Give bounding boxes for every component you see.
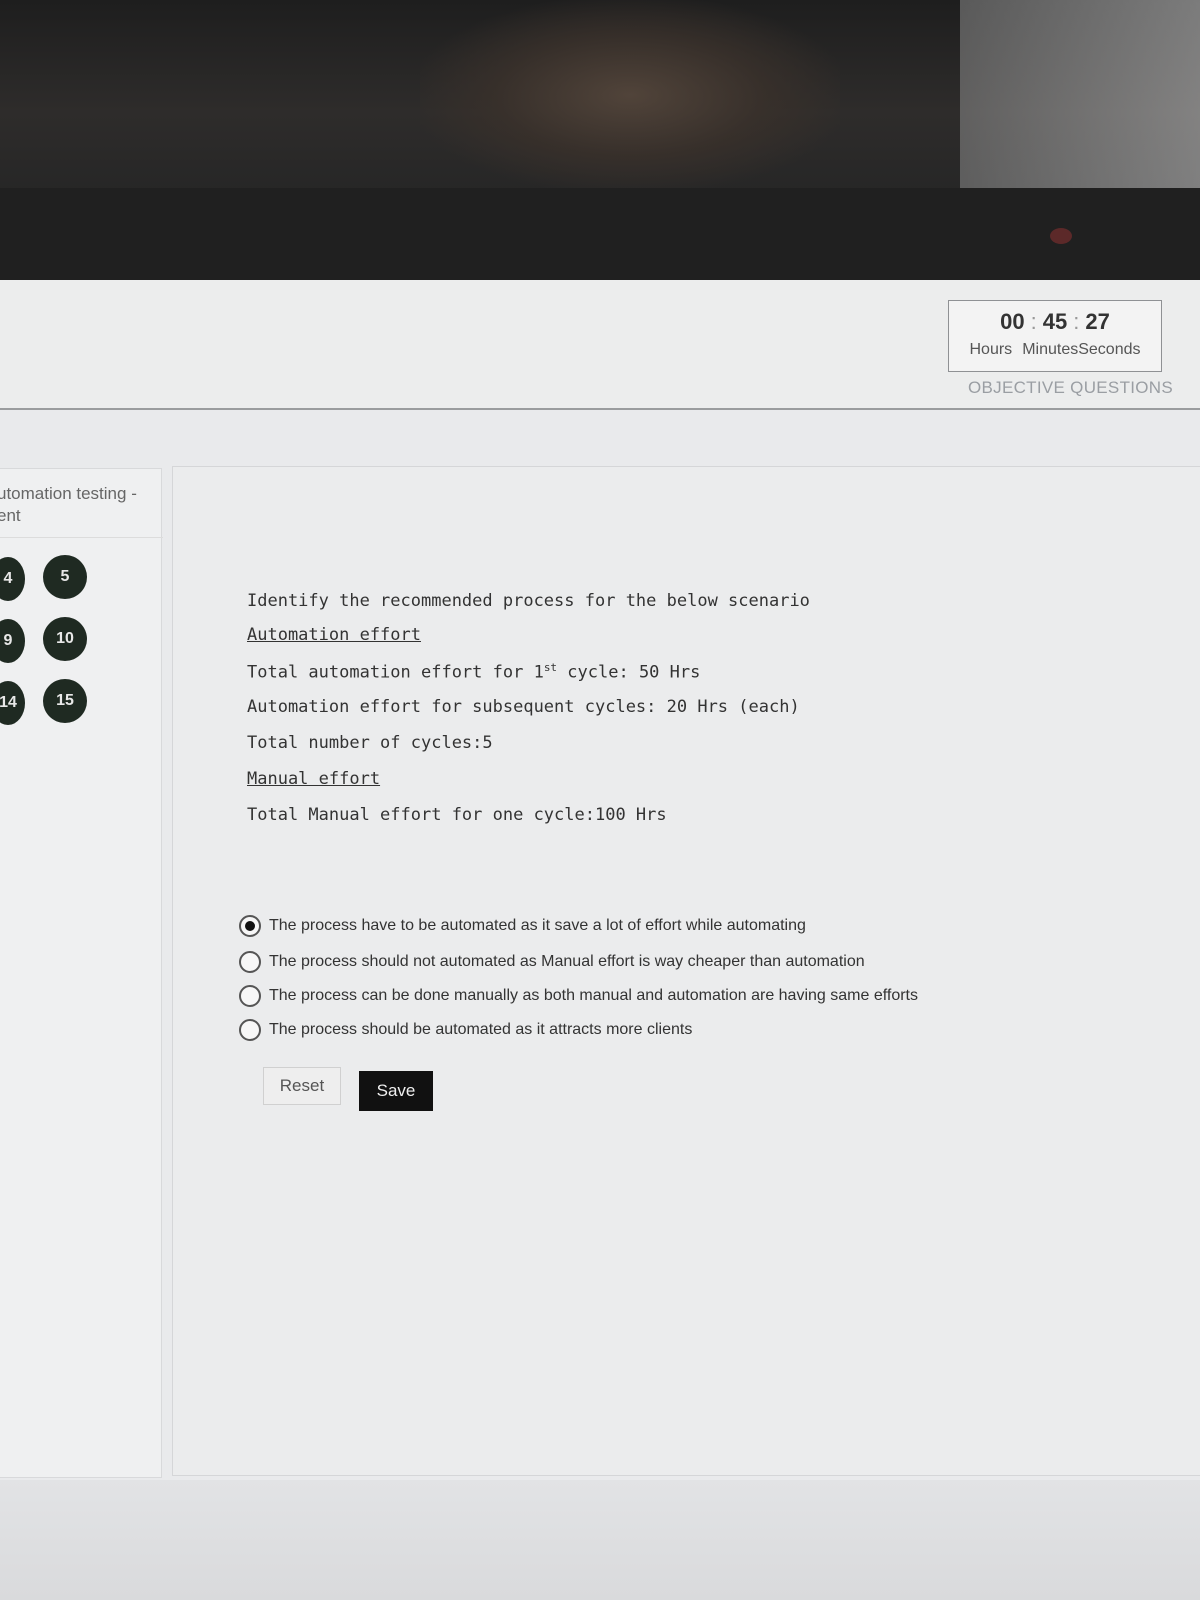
question-prompt: Identify the recommended process for the… [247, 591, 810, 611]
automation-effort-heading: Automation effort [247, 625, 421, 645]
automation-first-cycle-value: cycle: 50 Hrs [557, 662, 701, 683]
tab-objective-questions[interactable]: OBJECTIVE QUESTIONS [968, 378, 1173, 398]
question-number-button[interactable]: 9 [0, 619, 25, 663]
question-number-button[interactable]: 10 [43, 617, 87, 661]
timer-minutes-label: Minutes [1022, 341, 1079, 358]
test-title-line2: ent [0, 506, 21, 525]
answer-option-label: The process can be done manually as both… [269, 987, 918, 1004]
screen: 00 : 45 : 27 Hours Minutes Seconds OBJEC… [0, 280, 1200, 1600]
timer-separator: : [1073, 309, 1080, 334]
radio-selected-icon[interactable] [239, 915, 261, 937]
timer-units: Hours Minutes Seconds [949, 341, 1161, 359]
monitor-bezel [0, 0, 1200, 280]
answer-option[interactable]: The process should be automated as it at… [239, 1019, 692, 1041]
answer-option-label: The process should not automated as Manu… [269, 953, 865, 970]
timer-hours-label: Hours [969, 341, 1013, 358]
background-blur [420, 0, 840, 190]
automation-first-cycle-text: Total automation effort for 1 [247, 662, 544, 683]
manual-effort-total: Total Manual effort for one cycle:100 Hr… [247, 805, 667, 825]
timer-seconds-label: Seconds [1078, 341, 1141, 358]
answer-option-label: The process have to be automated as it s… [269, 917, 806, 934]
question-number-button[interactable]: 14 [0, 681, 25, 725]
answer-option[interactable]: The process can be done manually as both… [239, 985, 918, 1007]
timer-digits: 00 : 45 : 27 [949, 309, 1161, 335]
bezel-edge [0, 188, 1200, 280]
question-navigator: utomation testing - ent 4 5 9 10 14 15 [0, 468, 163, 1478]
manual-effort-heading: Manual effort [247, 769, 381, 789]
radio-unselected-icon[interactable] [239, 951, 261, 973]
answer-option[interactable]: The process have to be automated as it s… [239, 915, 806, 937]
timer-separator: : [1030, 309, 1037, 334]
screen-bottom [0, 1480, 1200, 1600]
answer-option-label: The process should be automated as it at… [269, 1021, 693, 1038]
automation-subsequent-cycles: Automation effort for subsequent cycles:… [247, 697, 800, 717]
timer-minutes: 45 [1042, 309, 1068, 334]
background-light [960, 0, 1200, 200]
header-bar: 00 : 45 : 27 Hours Minutes Seconds OBJEC… [0, 280, 1200, 410]
total-cycles: Total number of cycles:5 [247, 733, 493, 753]
automation-first-cycle: Total automation effort for 1st cycle: 5… [247, 661, 700, 683]
timer-seconds: 27 [1085, 309, 1110, 334]
question-panel: Identify the recommended process for the… [172, 466, 1200, 1476]
radio-unselected-icon[interactable] [239, 985, 261, 1007]
question-number-button[interactable]: 4 [0, 557, 25, 601]
reset-button[interactable]: Reset [263, 1067, 341, 1105]
timer-hours: 00 [1000, 309, 1025, 334]
ordinal-suffix: st [543, 661, 558, 674]
question-number-button[interactable]: 15 [43, 679, 87, 723]
radio-unselected-icon[interactable] [239, 1019, 261, 1041]
test-title: utomation testing - ent [0, 483, 163, 538]
webcam-led-icon [1050, 228, 1072, 244]
save-button[interactable]: Save [359, 1071, 433, 1111]
countdown-timer: 00 : 45 : 27 Hours Minutes Seconds [948, 300, 1162, 372]
answer-option[interactable]: The process should not automated as Manu… [239, 951, 865, 973]
test-title-line1: utomation testing - [0, 484, 137, 503]
question-number-button[interactable]: 5 [43, 555, 87, 599]
